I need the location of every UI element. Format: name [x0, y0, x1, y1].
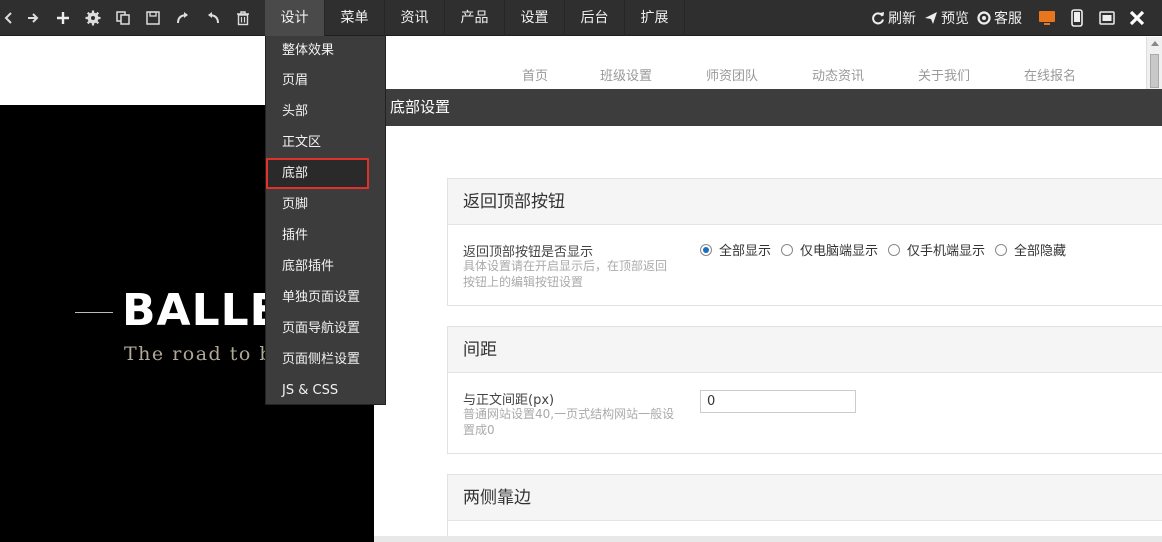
- menu-item-page-nav[interactable]: 页面导航设置: [266, 313, 385, 344]
- nav-teachers[interactable]: 师资团队: [706, 65, 758, 84]
- nav-news[interactable]: 动态资讯: [812, 65, 864, 84]
- menu-item-plugins[interactable]: 插件: [266, 220, 385, 251]
- top-toolbar: 设计 菜单 资讯 产品 设置 后台 扩展 刷新 预览 客服: [0, 0, 1162, 36]
- back-to-top-title: 返回顶部按钮: [448, 179, 1162, 225]
- service-button[interactable]: 客服: [977, 8, 1022, 28]
- option-show-all[interactable]: 全部显示: [700, 240, 771, 259]
- tab-menu[interactable]: 菜单: [325, 0, 385, 36]
- menu-item-js-css[interactable]: JS & CSS: [266, 375, 385, 406]
- menu-item-head[interactable]: 头部: [266, 96, 385, 127]
- back-to-top-card: 返回顶部按钮 返回顶部按钮是否显示 具体设置请在开启显示后，在顶部返回按钮上的编…: [447, 178, 1162, 306]
- option-mobile-only[interactable]: 仅手机端显示: [888, 240, 985, 259]
- lifebuoy-icon: [977, 11, 991, 25]
- redo-icon[interactable]: [168, 0, 198, 36]
- mobile-view-icon[interactable]: [1062, 0, 1092, 36]
- menu-item-page-sidebar[interactable]: 页面侧栏设置: [266, 344, 385, 375]
- radio-hide-all[interactable]: [995, 243, 1008, 256]
- send-icon: [924, 11, 938, 25]
- menu-tabs: 设计 菜单 资讯 产品 设置 后台 扩展: [265, 0, 685, 36]
- menu-item-bottom[interactable]: 底部: [266, 158, 369, 189]
- right-tools: 刷新 预览 客服: [863, 0, 1152, 36]
- back-to-top-options: 全部显示 仅电脑端显示 仅手机端显示 全部隐藏: [700, 240, 1076, 259]
- preview-button[interactable]: 预览: [924, 8, 969, 28]
- option-desktop-only-label: 仅电脑端显示: [800, 244, 879, 259]
- back-icon[interactable]: [0, 0, 18, 36]
- refresh-button[interactable]: 刷新: [871, 8, 916, 28]
- option-show-all-label: 全部显示: [719, 244, 772, 259]
- scroll-thumb[interactable]: [1150, 54, 1159, 88]
- spacing-help: 普通网站设置40,一页式结构网站一般设置成0: [463, 407, 675, 437]
- edges-card: 两侧靠边: [447, 474, 1162, 542]
- hero-divider: [75, 312, 113, 313]
- desktop-view-icon[interactable]: [1032, 0, 1062, 36]
- radio-mobile-only[interactable]: [888, 243, 901, 256]
- radio-desktop-only[interactable]: [781, 243, 794, 256]
- nav-classes[interactable]: 班级设置: [600, 65, 652, 84]
- nav-signup[interactable]: 在线报名: [1024, 65, 1076, 84]
- hero-title: BALLE: [122, 285, 281, 336]
- bottom-scrollbar[interactable]: [374, 536, 1162, 542]
- tab-products[interactable]: 产品: [445, 0, 505, 36]
- menu-item-bottom-plugins[interactable]: 底部插件: [266, 251, 385, 282]
- nav-home[interactable]: 首页: [522, 65, 548, 84]
- settings-icon[interactable]: [78, 0, 108, 36]
- forward-icon[interactable]: [18, 0, 48, 36]
- refresh-icon: [871, 11, 885, 25]
- close-icon[interactable]: [1122, 0, 1152, 36]
- spacing-title: 间距: [448, 327, 1162, 373]
- delete-icon[interactable]: [228, 0, 258, 36]
- menu-item-overall[interactable]: 整体效果: [266, 36, 385, 65]
- tab-news[interactable]: 资讯: [385, 0, 445, 36]
- tool-icon-group: [0, 0, 258, 36]
- editor-root: 设计 菜单 资讯 产品 设置 后台 扩展 刷新 预览 客服 首页 班级设置 师资…: [0, 0, 1162, 542]
- back-to-top-help: 具体设置请在开启显示后，在顶部返回按钮上的编辑按钮设置: [463, 259, 668, 289]
- menu-item-footer[interactable]: 页脚: [266, 189, 385, 220]
- menu-item-header-bar[interactable]: 页眉: [266, 65, 385, 96]
- menu-item-body[interactable]: 正文区: [266, 127, 385, 158]
- option-desktop-only[interactable]: 仅电脑端显示: [781, 240, 878, 259]
- tab-settings[interactable]: 设置: [505, 0, 565, 36]
- tab-extensions[interactable]: 扩展: [625, 0, 685, 36]
- option-hide-all-label: 全部隐藏: [1014, 244, 1067, 259]
- tab-design[interactable]: 设计: [265, 0, 325, 36]
- preview-scrollbar[interactable]: [1146, 37, 1162, 89]
- add-icon[interactable]: [48, 0, 78, 36]
- design-dropdown: 整体效果 页眉 头部 正文区 底部 页脚 插件 底部插件 单独页面设置 页面导航…: [265, 36, 386, 405]
- refresh-label: 刷新: [888, 11, 916, 27]
- save-icon[interactable]: [138, 0, 168, 36]
- undo-icon[interactable]: [198, 0, 228, 36]
- panel-title: 底部设置: [374, 89, 1162, 126]
- copy-icon[interactable]: [108, 0, 138, 36]
- scroll-up-arrow[interactable]: [1151, 41, 1159, 46]
- radio-show-all[interactable]: [700, 243, 712, 256]
- service-label: 客服: [994, 11, 1022, 27]
- nav-about[interactable]: 关于我们: [918, 65, 970, 84]
- site-nav: 首页 班级设置 师资团队 动态资讯 关于我们 在线报名: [386, 37, 1146, 89]
- menu-item-single-page[interactable]: 单独页面设置: [266, 282, 385, 313]
- hero-subtitle: The road to b: [124, 343, 274, 365]
- option-mobile-only-label: 仅手机端显示: [907, 244, 986, 259]
- spacing-card: 间距 与正文间距(px) 普通网站设置40,一页式结构网站一般设置成0: [447, 326, 1162, 454]
- option-hide-all[interactable]: 全部隐藏: [995, 240, 1066, 259]
- pad-view-icon[interactable]: [1092, 0, 1122, 36]
- edges-title: 两侧靠边: [448, 475, 1162, 521]
- tab-admin[interactable]: 后台: [565, 0, 625, 36]
- preview-label: 预览: [941, 11, 969, 27]
- spacing-input[interactable]: [700, 390, 856, 413]
